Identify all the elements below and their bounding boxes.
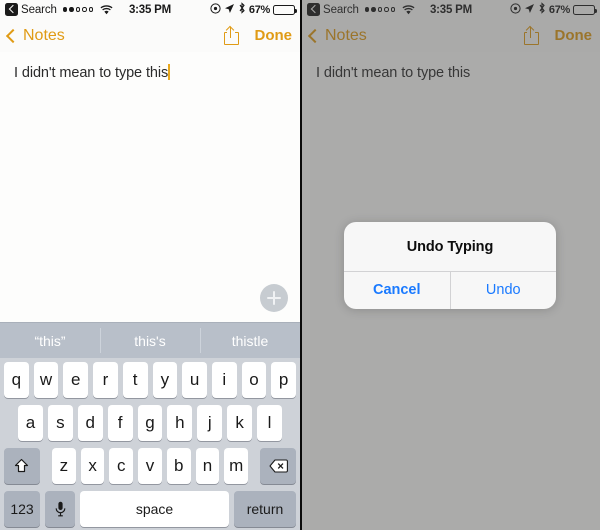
key-s[interactable]: s (47, 405, 73, 441)
shift-key[interactable] (3, 448, 40, 484)
backspace-key[interactable] (260, 448, 297, 484)
numbers-key[interactable]: 123 (4, 491, 40, 527)
key-q[interactable]: q (3, 362, 29, 398)
share-icon[interactable] (223, 26, 239, 45)
alert-button-row: Cancel Undo (344, 272, 556, 309)
key-h[interactable]: h (167, 405, 193, 441)
return-key[interactable]: return (234, 491, 296, 527)
predictive-suggestion-bar: “this” this's thistle (0, 322, 300, 358)
status-bar-left: Search 3:35 PM 67% (0, 0, 300, 19)
keyboard-row-1: q w e r t y u i o p (2, 362, 298, 398)
key-y[interactable]: y (152, 362, 178, 398)
key-o[interactable]: o (241, 362, 267, 398)
status-bar-right-group: 67% (210, 2, 298, 17)
alert-title: Undo Typing (406, 239, 494, 255)
wifi-icon (100, 4, 113, 15)
key-c[interactable]: c (109, 448, 134, 484)
key-p[interactable]: p (271, 362, 297, 398)
battery-percent: 67% (248, 3, 270, 16)
signal-strength-dots (62, 7, 94, 12)
battery-icon (273, 4, 298, 15)
suggestion-item-1[interactable]: this's (100, 323, 200, 358)
done-button[interactable]: Done (255, 27, 293, 44)
screenshot-root: Search 3:35 PM 67% Notes Done I didn't m… (0, 0, 600, 530)
chevron-left-icon (5, 28, 21, 43)
key-f[interactable]: f (107, 405, 133, 441)
key-r[interactable]: r (93, 362, 118, 398)
key-e[interactable]: e (63, 362, 89, 398)
keyboard-row-4: 123 space return (2, 491, 298, 527)
key-n[interactable]: n (195, 448, 220, 484)
shift-arrow-icon (14, 458, 29, 474)
key-m[interactable]: m (224, 448, 249, 484)
back-to-notes-button[interactable]: Notes (5, 26, 65, 45)
key-i[interactable]: i (211, 362, 237, 398)
note-editor[interactable]: I didn't mean to type this (0, 52, 300, 322)
key-w[interactable]: w (33, 362, 59, 398)
key-x[interactable]: x (80, 448, 105, 484)
suggestion-item-0[interactable]: “this” (0, 323, 100, 358)
microphone-icon (55, 501, 66, 517)
key-u[interactable]: u (182, 362, 207, 398)
key-b[interactable]: b (166, 448, 191, 484)
key-g[interactable]: g (137, 405, 163, 441)
back-button-label: Notes (23, 26, 65, 44)
alarm-icon (210, 2, 221, 17)
key-a[interactable]: a (18, 405, 43, 441)
key-z[interactable]: z (51, 448, 76, 484)
nav-bar-left: Notes Done (0, 19, 300, 52)
alert-cancel-button[interactable]: Cancel (344, 272, 450, 309)
backspace-icon (268, 459, 288, 473)
key-t[interactable]: t (122, 362, 148, 398)
onscreen-keyboard: q w e r t y u i o p a s d f g h j k l z … (0, 358, 300, 530)
key-j[interactable]: j (197, 405, 223, 441)
keyboard-row-2: a s d f g h j k l (2, 405, 298, 441)
key-k[interactable]: k (227, 405, 253, 441)
key-v[interactable]: v (138, 448, 162, 484)
alert-undo-button[interactable]: Undo (449, 272, 557, 309)
dictation-key[interactable] (45, 491, 75, 527)
key-l[interactable]: l (257, 405, 283, 441)
nav-bar-actions: Done (223, 26, 293, 45)
bluetooth-icon (238, 2, 246, 17)
location-arrow-icon (224, 3, 235, 17)
status-back-icon[interactable] (5, 3, 18, 16)
text-caret (168, 64, 171, 80)
status-back-label: Search (21, 3, 57, 16)
undo-typing-alert: Undo Typing Cancel Undo (344, 222, 556, 309)
status-bar-left-group: Search (5, 3, 113, 16)
space-key[interactable]: space (80, 491, 229, 527)
phone-screen-left: Search 3:35 PM 67% Notes Done I didn't m… (0, 0, 300, 530)
key-d[interactable]: d (77, 405, 103, 441)
suggestion-item-2[interactable]: thistle (200, 323, 300, 358)
note-text: I didn't mean to type this (14, 65, 169, 81)
add-attachment-button[interactable] (260, 284, 288, 312)
keyboard-row-3: z x c v b n m (2, 448, 298, 484)
right-screen-content: Search 3:35 PM 67% Notes Done I didn't m… (302, 0, 600, 530)
phone-screen-right: Search 3:35 PM 67% Notes Done I didn't m… (300, 0, 600, 530)
alert-title-area: Undo Typing (344, 222, 556, 272)
